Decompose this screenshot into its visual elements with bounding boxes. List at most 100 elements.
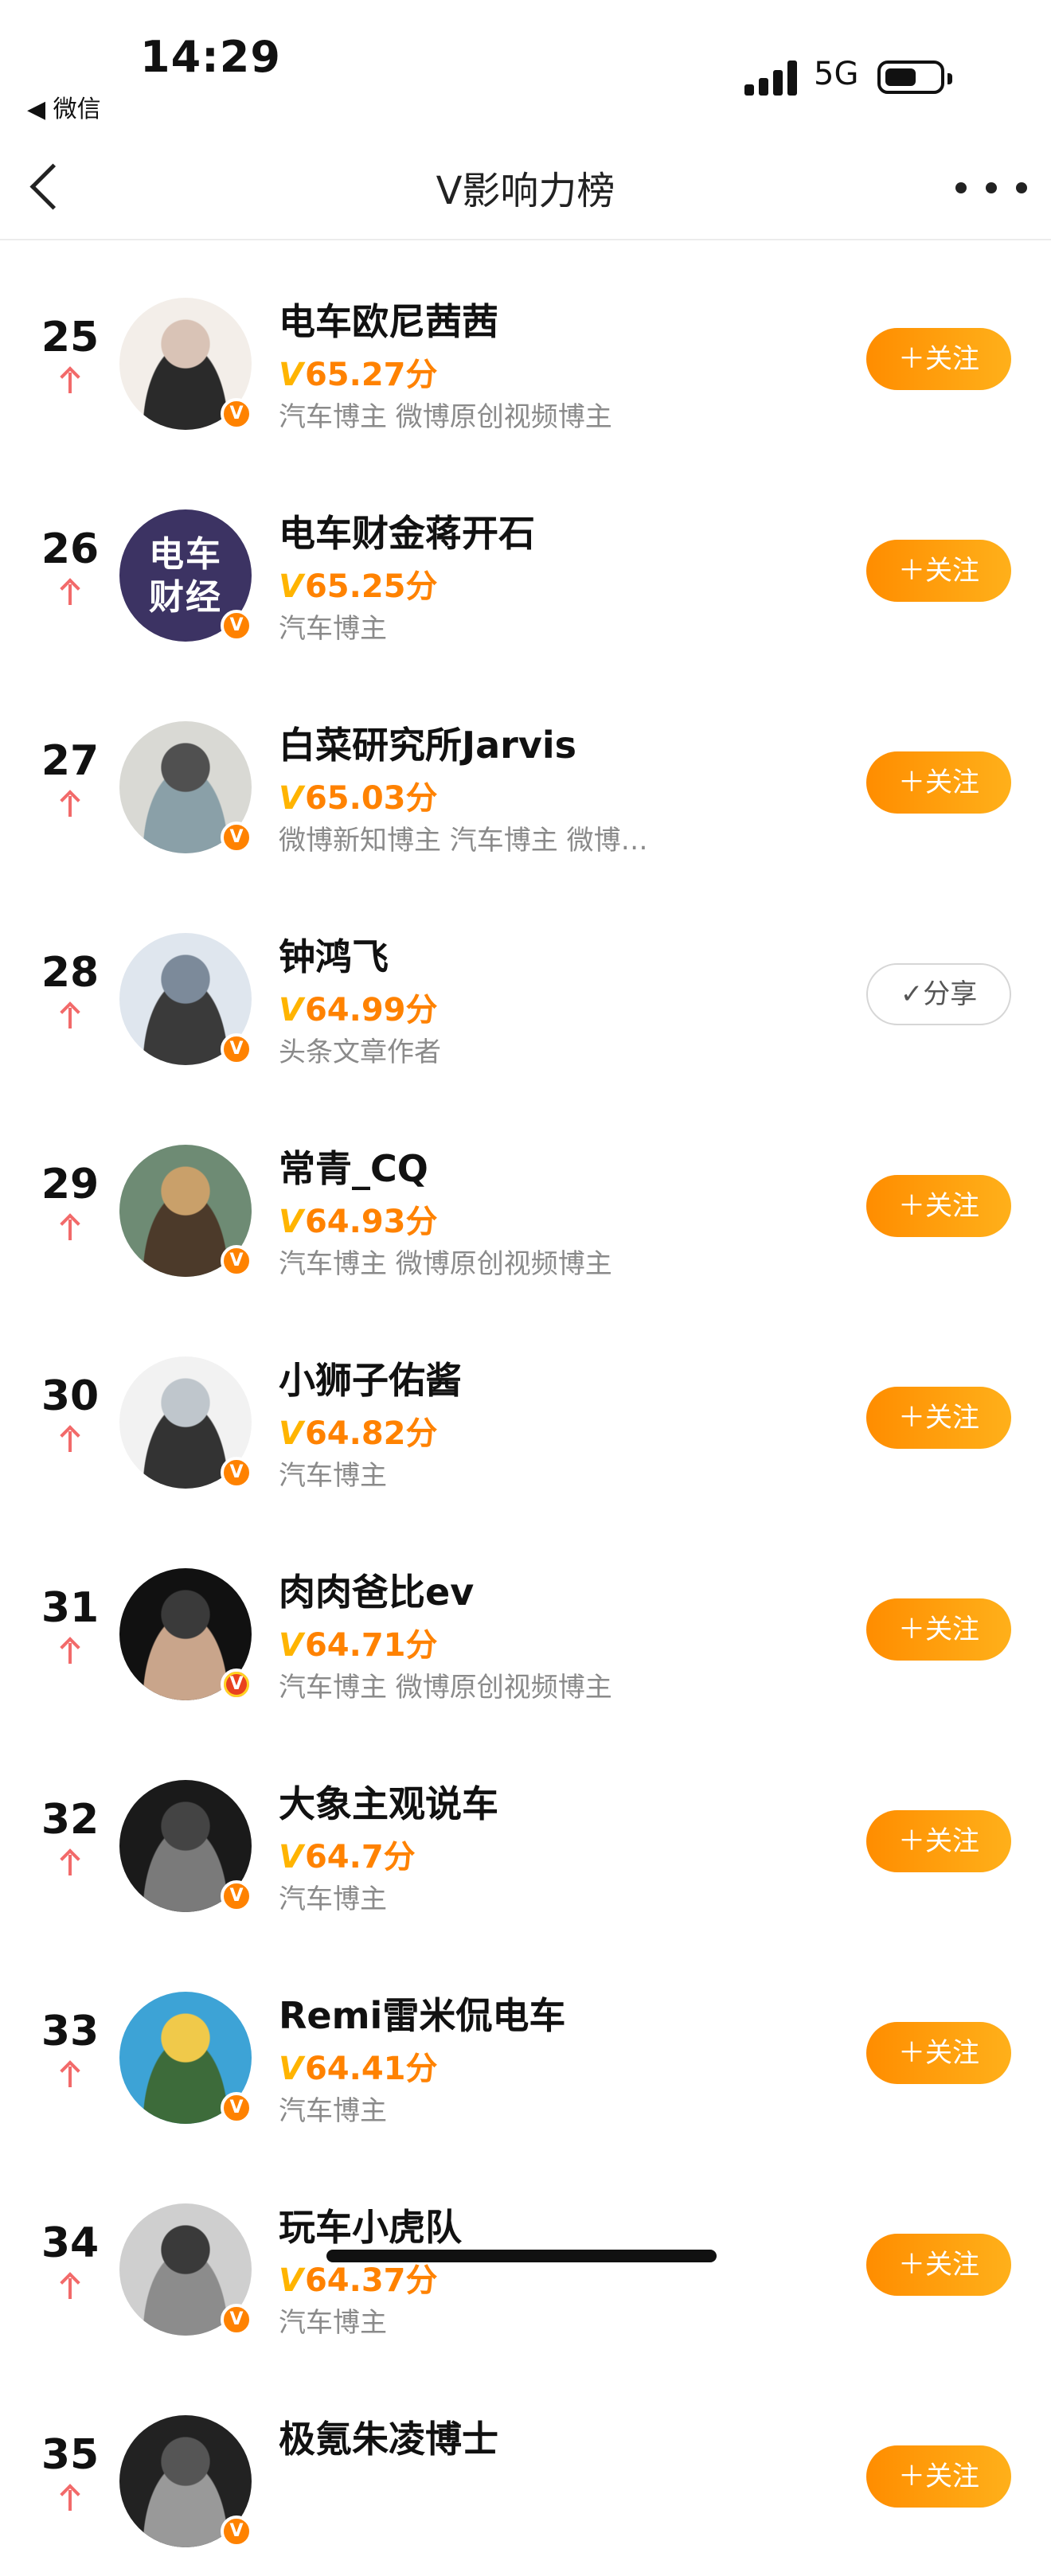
battery-icon <box>877 60 952 94</box>
influence-score: V64.71分 <box>279 1619 438 1665</box>
follow-button[interactable]: ＋关注 <box>866 1598 1011 1661</box>
influence-score: V65.03分 <box>279 772 438 818</box>
blogger-name[interactable]: 电车欧尼茜茜 <box>279 293 498 345</box>
verified-badge-icon: V <box>221 1457 252 1489</box>
rank-number: 27 <box>41 737 100 785</box>
rank-number: 28 <box>41 949 100 997</box>
verified-badge-icon: V <box>221 1245 252 1277</box>
ranking-row[interactable]: 26 电车财经 V 电车财金蒋开石 V65.25分 汽车博主 ＋关注 <box>0 478 1051 670</box>
verified-badge-icon: V <box>221 822 252 853</box>
network-label: 5G <box>814 56 859 92</box>
rank-up-arrow-icon <box>61 1850 80 1877</box>
follow-button[interactable]: ＋关注 <box>866 328 1011 390</box>
blogger-tags: 头条文章作者 <box>279 1036 441 1068</box>
follow-button[interactable]: ＋关注 <box>866 751 1011 814</box>
blogger-name[interactable]: 电车财金蒋开石 <box>279 505 535 557</box>
ranking-row[interactable]: 25 V 电车欧尼茜茜 V65.27分 汽车博主 微博原创视频博主 ＋关注 <box>0 266 1051 459</box>
blogger-name[interactable]: 大象主观说车 <box>279 1775 498 1828</box>
blogger-tags: 微博新知博主 汽车博主 微博… <box>279 825 648 857</box>
v-score-icon: V <box>279 357 303 393</box>
rank-number: 25 <box>41 314 100 361</box>
blogger-name[interactable]: 白菜研究所Jarvis <box>279 716 576 769</box>
blogger-tags: 汽车博主 <box>279 613 387 645</box>
influence-score: V64.93分 <box>279 1196 438 1242</box>
follow-button[interactable]: ＋关注 <box>866 540 1011 602</box>
ranking-row[interactable]: 34 V 玩车小虎队 V64.37分 汽车博主 ＋关注 <box>0 2172 1051 2364</box>
rank-number: 33 <box>41 2008 100 2055</box>
rank-up-arrow-icon <box>61 1427 80 1454</box>
blogger-name[interactable]: Remi雷米侃电车 <box>279 1987 565 2039</box>
rank-up-arrow-icon <box>61 1638 80 1665</box>
blogger-tags: 汽车博主 微博原创视频博主 <box>279 1672 612 1704</box>
score-value: 65.27分 <box>304 357 438 393</box>
blogger-name[interactable]: 肉肉爸比ev <box>279 1563 474 1616</box>
influence-score: V64.41分 <box>279 2043 438 2089</box>
rank-number: 32 <box>41 1796 100 1844</box>
blogger-name[interactable]: 玩车小虎队 <box>279 2199 462 2251</box>
influence-score: V64.7分 <box>279 1831 416 1877</box>
follow-button[interactable]: ＋关注 <box>866 2022 1011 2084</box>
v-score-icon: V <box>279 1415 303 1452</box>
verified-badge-icon: V <box>221 2092 252 2124</box>
v-score-icon: V <box>279 1839 303 1875</box>
verified-badge-icon: V <box>221 1033 252 1065</box>
check-icon: ✓ <box>900 978 924 1010</box>
rank-number: 26 <box>41 525 100 573</box>
v-score-icon: V <box>279 2051 303 2087</box>
blogger-tags: 汽车博主 微博原创视频博主 <box>279 1248 612 1280</box>
rank-up-arrow-icon <box>61 1003 80 1030</box>
influence-score: V65.25分 <box>279 560 438 607</box>
more-options-icon[interactable] <box>955 164 1027 212</box>
avatar-logo-text: 电车财经 <box>149 534 222 618</box>
blogger-name[interactable]: 钟鸿飞 <box>279 928 389 981</box>
rank-up-arrow-icon <box>61 791 80 818</box>
score-value: 64.71分 <box>304 1627 438 1664</box>
blogger-name[interactable]: 小狮子佑酱 <box>279 1352 462 1404</box>
rank-up-arrow-icon <box>61 2274 80 2301</box>
verified-badge-icon: V <box>221 2516 252 2547</box>
rank-number: 35 <box>41 2431 100 2479</box>
signal-icon <box>744 59 800 96</box>
score-value: 64.41分 <box>304 2051 438 2087</box>
ranking-row[interactable]: 28 V 钟鸿飞 V64.99分 头条文章作者 ✓分享 <box>0 901 1051 1094</box>
ranking-row[interactable]: 27 V 白菜研究所Jarvis V65.03分 微博新知博主 汽车博主 微博…… <box>0 689 1051 882</box>
blogger-name[interactable]: 极氪朱凌博士 <box>279 2410 498 2463</box>
follow-button[interactable]: ＋关注 <box>866 2445 1011 2508</box>
ranking-row[interactable]: 31 V 肉肉爸比ev V64.71分 汽车博主 微博原创视频博主 ＋关注 <box>0 1536 1051 1729</box>
page-title: V影响力榜 <box>436 169 615 213</box>
v-score-icon: V <box>279 1204 303 1240</box>
follow-button[interactable]: ＋关注 <box>866 1175 1011 1237</box>
verified-badge-icon: V <box>221 1880 252 1912</box>
status-time: 14:29 <box>140 32 281 82</box>
v-score-icon: V <box>279 992 303 1028</box>
ranking-row[interactable]: 33 V Remi雷米侃电车 V64.41分 汽车博主 ＋关注 <box>0 1960 1051 2153</box>
back-to-wechat-link[interactable]: ◀ 微信 <box>27 89 101 124</box>
v-score-icon: V <box>279 780 303 817</box>
score-value: 64.82分 <box>304 1415 438 1452</box>
score-value: 64.99分 <box>304 992 438 1028</box>
score-value: 64.93分 <box>304 1204 438 1240</box>
rank-number: 31 <box>41 1584 100 1632</box>
ranking-row[interactable]: 32 V 大象主观说车 V64.7分 汽车博主 ＋关注 <box>0 1748 1051 1941</box>
blogger-tags: 汽车博主 <box>279 1883 387 1915</box>
home-indicator[interactable] <box>326 2250 717 2262</box>
score-value: 64.37分 <box>304 2262 438 2299</box>
share-button[interactable]: ✓分享 <box>866 963 1011 1025</box>
nav-bar: V影响力榜 <box>0 135 1051 240</box>
rank-up-arrow-icon <box>61 368 80 395</box>
score-value: 65.03分 <box>304 780 438 817</box>
rank-number: 34 <box>41 2219 100 2267</box>
v-score-icon: V <box>279 1627 303 1664</box>
verified-badge-icon: V <box>221 610 252 642</box>
ranking-row[interactable]: 35 V 极氪朱凌博士 ＋关注 <box>0 2383 1051 2576</box>
ranking-row[interactable]: 30 V 小狮子佑酱 V64.82分 汽车博主 ＋关注 <box>0 1325 1051 1517</box>
follow-button[interactable]: ＋关注 <box>866 1810 1011 1872</box>
influence-score: V64.82分 <box>279 1407 438 1454</box>
follow-button[interactable]: ＋关注 <box>866 2234 1011 2296</box>
rank-up-arrow-icon <box>61 580 80 607</box>
blogger-name[interactable]: 常青_CQ <box>279 1140 428 1192</box>
follow-button[interactable]: ＋关注 <box>866 1387 1011 1449</box>
ranking-row[interactable]: 29 V 常青_CQ V64.93分 汽车博主 微博原创视频博主 ＋关注 <box>0 1113 1051 1306</box>
blogger-tags: 汽车博主 <box>279 2307 387 2339</box>
score-value: 65.25分 <box>304 568 438 605</box>
